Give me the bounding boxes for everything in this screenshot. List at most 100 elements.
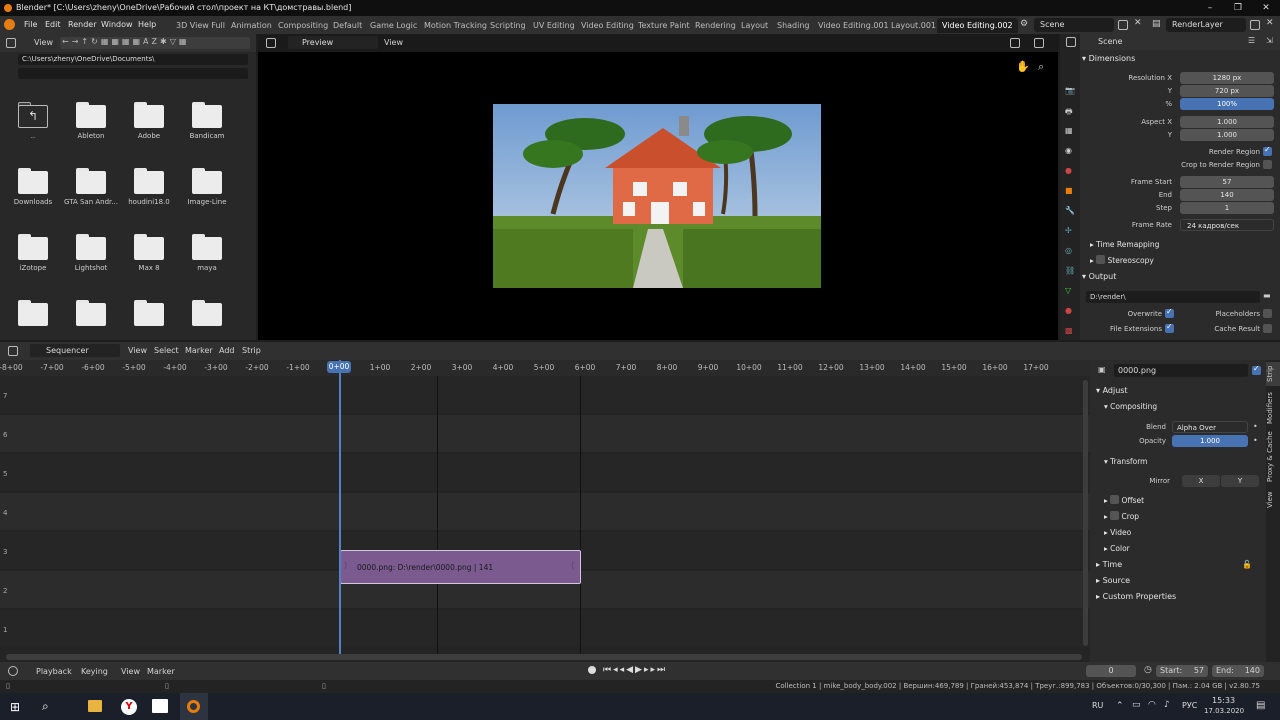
frame-step-field[interactable]: 1 xyxy=(1180,202,1274,214)
tab-texture-paint[interactable]: Texture Paint xyxy=(633,18,695,33)
tab-rendering[interactable]: Rendering xyxy=(690,18,741,33)
aspect-y-field[interactable]: 1.000 xyxy=(1180,129,1274,141)
strip-right-handle[interactable]: ⟨ xyxy=(571,561,575,571)
tab-video-editing[interactable]: Video Editing xyxy=(576,18,639,33)
color-section[interactable]: ▸ Color xyxy=(1104,542,1130,556)
file-item[interactable]: Lightshot xyxy=(62,224,120,290)
channel-row[interactable]: 1 xyxy=(0,610,1090,647)
channel-row[interactable]: 6 xyxy=(0,415,1090,452)
blender-menu-icon[interactable] xyxy=(4,19,15,30)
mirror-x-toggle[interactable]: X xyxy=(1182,475,1220,487)
stereoscopy-section[interactable]: ▸ Stereoscopy xyxy=(1090,254,1154,268)
crop-checkbox[interactable] xyxy=(1110,511,1120,520)
tab-scripting[interactable]: Scripting xyxy=(485,18,531,33)
tab-compositing[interactable]: Compositing xyxy=(273,18,333,33)
adjust-section[interactable]: ▾ Adjust xyxy=(1096,384,1128,398)
delete-scene-icon[interactable]: ✕ xyxy=(1134,18,1142,28)
texture-tab-icon[interactable]: ▩ xyxy=(1065,326,1073,335)
minimize-button[interactable]: – xyxy=(1196,0,1224,16)
folder-browse-icon[interactable]: ▬ xyxy=(1263,291,1271,300)
pan-hand-icon[interactable]: ✋ xyxy=(1016,60,1030,73)
options-icon[interactable]: ☰ xyxy=(1248,36,1255,45)
horizontal-scrollbar[interactable] xyxy=(6,654,1082,660)
constraints-tab-icon[interactable]: ⛓ xyxy=(1065,266,1075,275)
preview-view-menu[interactable]: View xyxy=(384,38,403,47)
yandex-browser-icon[interactable]: Y xyxy=(121,699,137,715)
modifier-tab-icon[interactable]: 🔧 xyxy=(1065,206,1075,215)
sequencer-preview[interactable]: Preview View ✋ ⌕ xyxy=(258,34,1058,340)
editor-type-icon[interactable] xyxy=(266,38,276,48)
file-item[interactable]: Image-Line xyxy=(178,158,236,224)
clock-date[interactable]: 17.03.2020 xyxy=(1204,707,1244,715)
preview-mode-dropdown[interactable]: Preview xyxy=(288,36,378,49)
menu-edit[interactable]: Edit xyxy=(41,16,65,34)
current-frame-field[interactable]: 0 xyxy=(1086,665,1136,677)
directory-path-field[interactable]: C:\Users\zheny\OneDrive\Documents\ xyxy=(18,54,248,65)
playhead-frame-indicator[interactable]: 0+00 xyxy=(327,361,351,373)
start-frame-field[interactable]: Start: 57 xyxy=(1156,665,1208,677)
object-tab-icon[interactable]: ■ xyxy=(1065,186,1073,195)
file-item[interactable]: ↰.. xyxy=(4,92,62,158)
crop-section[interactable]: ▸ Crop xyxy=(1104,510,1139,524)
file-item[interactable]: houdini18.0 xyxy=(120,158,178,224)
blender-taskbar-button[interactable] xyxy=(180,693,208,720)
notifications-icon[interactable]: ▤ xyxy=(1256,700,1265,711)
file-item[interactable]: Adobe xyxy=(120,92,178,158)
render-tab-icon[interactable]: 📷 xyxy=(1065,86,1075,95)
frame-start-field[interactable]: 57 xyxy=(1180,176,1274,188)
volume-icon[interactable]: ♪ xyxy=(1164,700,1170,710)
source-section[interactable]: ▸ Source xyxy=(1096,574,1130,588)
aspect-x-field[interactable]: 1.000 xyxy=(1180,116,1274,128)
time-lock-icon[interactable]: 🔓 xyxy=(1242,560,1252,569)
view-layer-selector[interactable]: RenderLayer xyxy=(1166,18,1246,32)
close-button[interactable]: ✕ xyxy=(1252,0,1280,16)
channel-row[interactable]: 7 xyxy=(0,376,1090,413)
opacity-field[interactable]: 1.000 xyxy=(1172,435,1248,447)
placeholders-checkbox[interactable] xyxy=(1263,309,1272,318)
transform-section[interactable]: ▾ Transform xyxy=(1104,455,1147,469)
strip-name-field[interactable]: 0000.png xyxy=(1114,364,1248,377)
timeline-menu-marker[interactable]: Marker xyxy=(147,667,175,676)
file-explorer-icon[interactable] xyxy=(88,700,102,712)
file-item[interactable]: GTA San Andr... xyxy=(62,158,120,224)
vertical-scrollbar[interactable] xyxy=(1083,380,1088,646)
dimensions-section[interactable]: ▾ Dimensions xyxy=(1082,52,1135,66)
file-item[interactable]: Ableton xyxy=(62,92,120,158)
tab-layout-001[interactable]: Layout.001 xyxy=(886,18,941,33)
data-tab-icon[interactable]: ▽ xyxy=(1065,286,1071,295)
resolution-y-field[interactable]: 720 px xyxy=(1180,85,1274,97)
tab-default[interactable]: Default xyxy=(328,18,367,33)
editor-type-icon[interactable] xyxy=(8,346,18,356)
file-item[interactable]: Max 8 xyxy=(120,224,178,290)
blend-keyframe-icon[interactable]: • xyxy=(1253,422,1258,431)
cache-result-checkbox[interactable] xyxy=(1263,324,1272,333)
seq-menu-select[interactable]: Select xyxy=(154,346,179,355)
seq-menu-marker[interactable]: Marker xyxy=(185,346,213,355)
view-layer-tab-icon[interactable]: ▦ xyxy=(1065,126,1073,135)
strip-mute-checkbox[interactable] xyxy=(1252,364,1261,375)
tab-3d-view-full[interactable]: 3D View Full xyxy=(171,18,230,33)
input-language[interactable]: РУС xyxy=(1182,701,1197,710)
wifi-icon[interactable]: ◠ xyxy=(1148,700,1156,710)
tab-motion-tracking[interactable]: Motion Tracking xyxy=(419,18,492,33)
timeline-menu-view[interactable]: View xyxy=(121,667,140,676)
channel-row[interactable]: 5 xyxy=(0,454,1090,491)
time-remapping-section[interactable]: ▸ Time Remapping xyxy=(1090,238,1159,252)
mirror-y-toggle[interactable]: Y xyxy=(1221,475,1259,487)
seq-menu-view[interactable]: View xyxy=(128,346,147,355)
menu-help[interactable]: Help xyxy=(134,16,160,34)
editor-type-icon[interactable] xyxy=(1066,37,1076,47)
gizmo-icon[interactable] xyxy=(1034,38,1044,48)
frame-rate-dropdown[interactable]: 24 кадров/сек xyxy=(1180,219,1274,231)
sidebar-tab-view[interactable]: View xyxy=(1266,488,1280,512)
stereoscopy-checkbox[interactable] xyxy=(1096,255,1106,264)
new-view-layer-icon[interactable] xyxy=(1250,20,1260,30)
maximize-button[interactable]: ❐ xyxy=(1224,0,1252,16)
resolution-x-field[interactable]: 1280 px xyxy=(1180,72,1274,84)
tab-layout[interactable]: Layout xyxy=(736,18,773,33)
file-item[interactable]: Bandicam xyxy=(178,92,236,158)
scene-selector[interactable]: Scene xyxy=(1034,18,1114,32)
delete-view-layer-icon[interactable]: ✕ xyxy=(1266,18,1274,28)
zoom-icon[interactable]: ⌕ xyxy=(1038,60,1044,74)
frame-end-field[interactable]: 140 xyxy=(1180,189,1274,201)
